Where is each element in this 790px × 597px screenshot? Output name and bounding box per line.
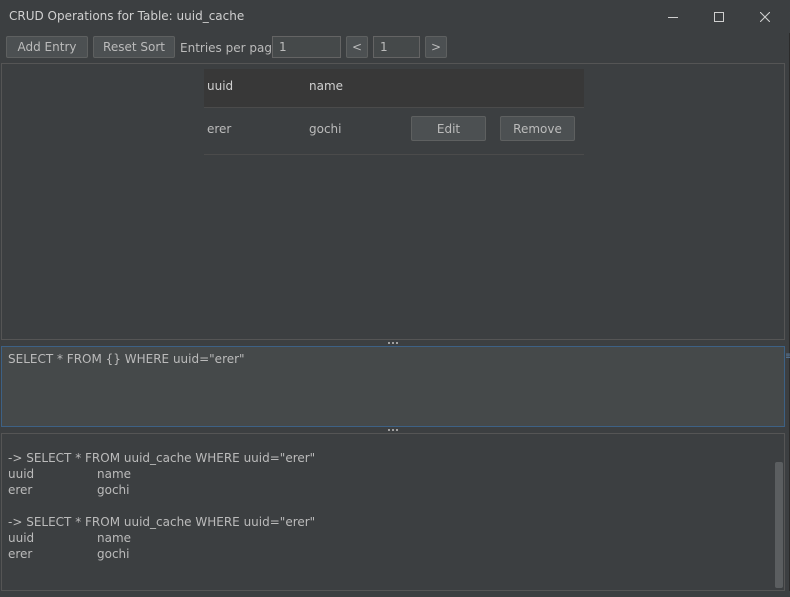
minimize-icon xyxy=(668,16,678,18)
crud-window: CRUD Operations for Table: uuid_cache Ad… xyxy=(0,0,790,597)
output-line: erer gochi xyxy=(8,482,768,498)
output-col-1: uuid xyxy=(8,531,35,545)
table-panel: uuid name erer gochi Edit Remove xyxy=(1,63,785,340)
page-number-input[interactable] xyxy=(373,36,420,58)
remove-button[interactable]: Remove xyxy=(500,116,575,141)
output-col-1: erer xyxy=(8,483,33,497)
previous-page-button[interactable]: < xyxy=(346,36,368,58)
output-line: uuid name xyxy=(8,530,768,546)
output-col-2: name xyxy=(97,467,132,481)
entries-per-page-label: Entries per page: xyxy=(180,41,284,55)
output-col-1: -> SELECT * FROM uuid_cache WHERE uuid="… xyxy=(8,515,316,529)
column-header-name[interactable]: name xyxy=(309,79,343,93)
output-col-2: gochi xyxy=(97,483,130,497)
output-scrollbar[interactable] xyxy=(774,434,785,590)
table-row: erer gochi Edit Remove xyxy=(204,108,584,155)
table-header: uuid name xyxy=(204,69,584,108)
minimize-button[interactable] xyxy=(650,0,696,33)
scrollbar-thumb[interactable] xyxy=(775,462,783,588)
window-bottom-edge xyxy=(0,591,790,597)
window-title: CRUD Operations for Table: uuid_cache xyxy=(9,9,245,23)
output-line: -> SELECT * FROM uuid_cache WHERE uuid="… xyxy=(8,514,768,530)
grip-handle-icon xyxy=(388,429,398,431)
output-col-1: erer xyxy=(8,547,33,561)
maximize-button[interactable] xyxy=(696,0,742,33)
output-line: -> SELECT * FROM uuid_cache WHERE uuid="… xyxy=(8,450,768,466)
output-col-1: uuid xyxy=(8,467,35,481)
close-icon xyxy=(760,11,770,22)
entries-per-page-input[interactable] xyxy=(272,36,341,58)
output-col-1: -> SELECT * FROM uuid_cache WHERE uuid="… xyxy=(8,451,316,465)
output-lines: -> SELECT * FROM uuid_cache WHERE uuid="… xyxy=(8,450,768,562)
grip-handle-icon xyxy=(388,342,398,344)
query-editor[interactable]: SELECT * FROM {} WHERE uuid="erer" xyxy=(1,346,785,427)
query-text[interactable]: SELECT * FROM {} WHERE uuid="erer" xyxy=(8,352,245,366)
query-edge-marker-icon: ≡ xyxy=(785,352,790,362)
output-console[interactable]: -> SELECT * FROM uuid_cache WHERE uuid="… xyxy=(1,433,785,591)
cell-uuid: erer xyxy=(207,122,232,136)
title-bar[interactable]: CRUD Operations for Table: uuid_cache xyxy=(0,0,790,33)
next-page-button[interactable]: > xyxy=(425,36,447,58)
output-line: erer gochi xyxy=(8,546,768,562)
add-entry-button[interactable]: Add Entry xyxy=(6,36,88,58)
close-button[interactable] xyxy=(742,0,788,33)
column-header-uuid[interactable]: uuid xyxy=(207,79,233,93)
output-col-2: gochi xyxy=(97,547,130,561)
toolbar: Add Entry Reset Sort Entries per page: <… xyxy=(0,34,790,62)
output-col-2: name xyxy=(97,531,132,545)
output-line: uuid name xyxy=(8,466,768,482)
reset-sort-button[interactable]: Reset Sort xyxy=(93,36,175,58)
edit-button[interactable]: Edit xyxy=(411,116,486,141)
maximize-icon xyxy=(714,11,724,22)
cell-name: gochi xyxy=(309,122,342,136)
